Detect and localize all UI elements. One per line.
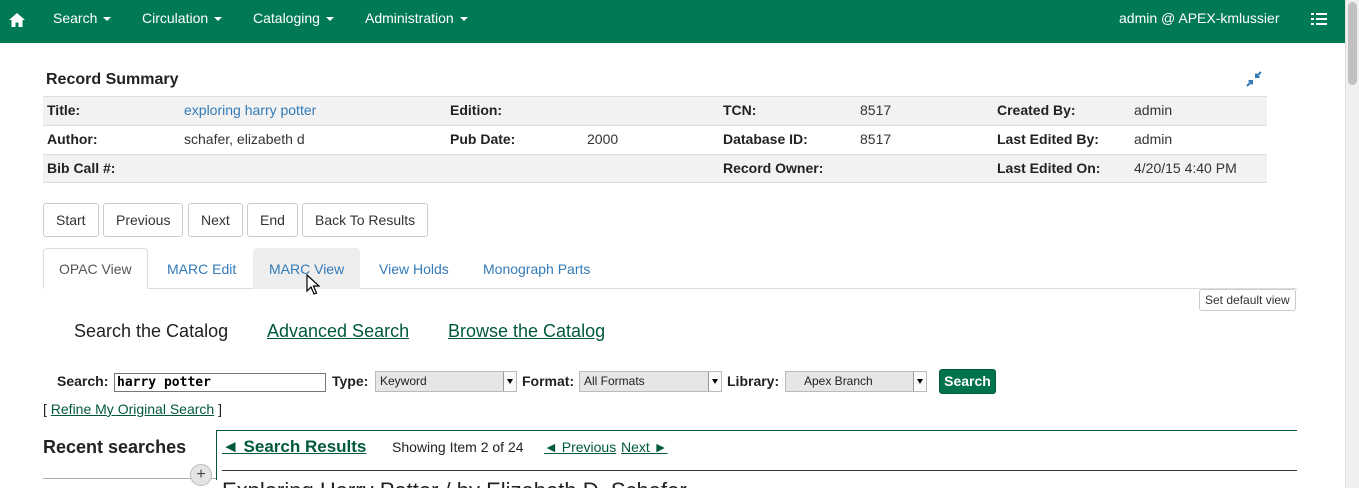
expand-recent-searches-button[interactable]: + <box>190 464 212 486</box>
set-default-view-button[interactable]: Set default view <box>1199 289 1296 311</box>
list-icon[interactable] <box>1311 11 1327 27</box>
next-result-link[interactable]: Next ► <box>621 439 668 455</box>
tab-marc-edit[interactable]: MARC Edit <box>151 248 252 289</box>
author-value: schafer, elizabeth d <box>184 131 305 147</box>
database-id-label: Database ID: <box>723 131 808 147</box>
vertical-scrollbar[interactable] <box>1345 0 1359 488</box>
created-by-label: Created By: <box>997 102 1076 118</box>
nav-menu-circulation[interactable]: Circulation <box>142 0 223 43</box>
scrollbar-thumb[interactable] <box>1348 2 1357 85</box>
bib-call-label: Bib Call #: <box>47 160 116 176</box>
nav-menu-administration[interactable]: Administration <box>365 0 468 43</box>
refine-search: [ Refine My Original Search ] <box>43 401 222 417</box>
record-title: Exploring Harry Potter / by Elizabeth D.… <box>222 478 692 488</box>
top-navbar: Search Circulation Cataloging Administra… <box>0 0 1345 43</box>
library-label: Library: <box>727 373 780 389</box>
author-label: Author: <box>47 131 98 147</box>
format-label: Format: <box>522 373 575 389</box>
collapse-icon[interactable] <box>1245 70 1263 88</box>
search-catalog-label: Search the Catalog <box>74 321 229 341</box>
nav-menu-cataloging[interactable]: Cataloging <box>253 0 334 43</box>
last-edited-by-value: admin <box>1134 131 1173 147</box>
last-edited-by-label: Last Edited By: <box>997 131 1099 147</box>
tcn-label: TCN: <box>723 102 757 118</box>
chevron-down-icon <box>103 17 112 22</box>
chevron-down-icon <box>325 17 334 22</box>
next-button[interactable]: Next <box>188 203 243 237</box>
tab-opac-view[interactable]: OPAC View <box>43 248 148 289</box>
browse-catalog-link[interactable]: Browse the Catalog <box>448 321 605 342</box>
nav-menu-search[interactable]: Search <box>53 0 112 43</box>
last-edited-on-value: 4/20/15 4:40 PM <box>1134 160 1237 176</box>
back-to-results-button[interactable]: Back To Results <box>302 203 429 237</box>
last-edited-on-label: Last Edited On: <box>997 160 1101 176</box>
refine-search-link[interactable]: Refine My Original Search <box>51 401 214 417</box>
previous-button[interactable]: Previous <box>103 203 184 237</box>
tab-view-holds[interactable]: View Holds <box>363 248 465 289</box>
results-divider <box>216 430 1297 431</box>
mouse-cursor-icon <box>306 274 320 295</box>
chevron-down-icon <box>913 372 926 391</box>
advanced-search-link[interactable]: Advanced Search <box>267 321 409 342</box>
search-label: Search: <box>57 373 109 389</box>
tab-monograph-parts[interactable]: Monograph Parts <box>467 248 606 289</box>
results-underline <box>222 470 1297 471</box>
title-label: Title: <box>47 102 81 118</box>
pub-date-label: Pub Date: <box>450 131 516 147</box>
library-select[interactable]: Apex Branch <box>785 371 927 392</box>
record-summary-table: Title: exploring harry potter Edition: T… <box>43 96 1267 183</box>
chevron-down-icon <box>214 17 223 22</box>
type-select[interactable]: Keyword <box>375 371 517 392</box>
sidebar-divider <box>216 430 217 480</box>
database-id-value: 8517 <box>860 131 892 147</box>
previous-result-link[interactable]: ◄ Previous <box>544 439 616 455</box>
record-summary-heading: Record Summary <box>46 71 179 88</box>
pub-date-value: 2000 <box>587 131 619 147</box>
record-summary-row: Author: schafer, elizabeth d Pub Date: 2… <box>43 125 1267 154</box>
title-link[interactable]: exploring harry potter <box>184 97 316 124</box>
search-input[interactable] <box>114 373 326 392</box>
chevron-down-icon <box>708 372 721 391</box>
chevron-down-icon <box>503 372 516 391</box>
recent-searches-heading: Recent searches <box>43 437 187 457</box>
search-results-link[interactable]: ◄ Search Results <box>222 437 366 457</box>
format-select[interactable]: All Formats <box>579 371 722 392</box>
chevron-down-icon <box>459 17 468 22</box>
home-icon[interactable] <box>8 11 26 29</box>
tcn-value: 8517 <box>860 102 892 118</box>
created-by-value: admin <box>1134 102 1173 118</box>
type-label: Type: <box>332 373 369 389</box>
start-button[interactable]: Start <box>43 203 99 237</box>
edition-label: Edition: <box>450 102 503 118</box>
record-summary-row: Bib Call #: Record Owner: Last Edited On… <box>43 154 1267 183</box>
user-menu[interactable]: admin @ APEX-kmlussier <box>1119 0 1279 36</box>
showing-item-count: Showing Item 2 of 24 <box>392 439 524 455</box>
record-summary-row: Title: exploring harry potter Edition: T… <box>43 96 1267 125</box>
record-owner-label: Record Owner: <box>723 160 824 176</box>
end-button[interactable]: End <box>247 203 298 237</box>
search-button[interactable]: Search <box>939 369 996 394</box>
